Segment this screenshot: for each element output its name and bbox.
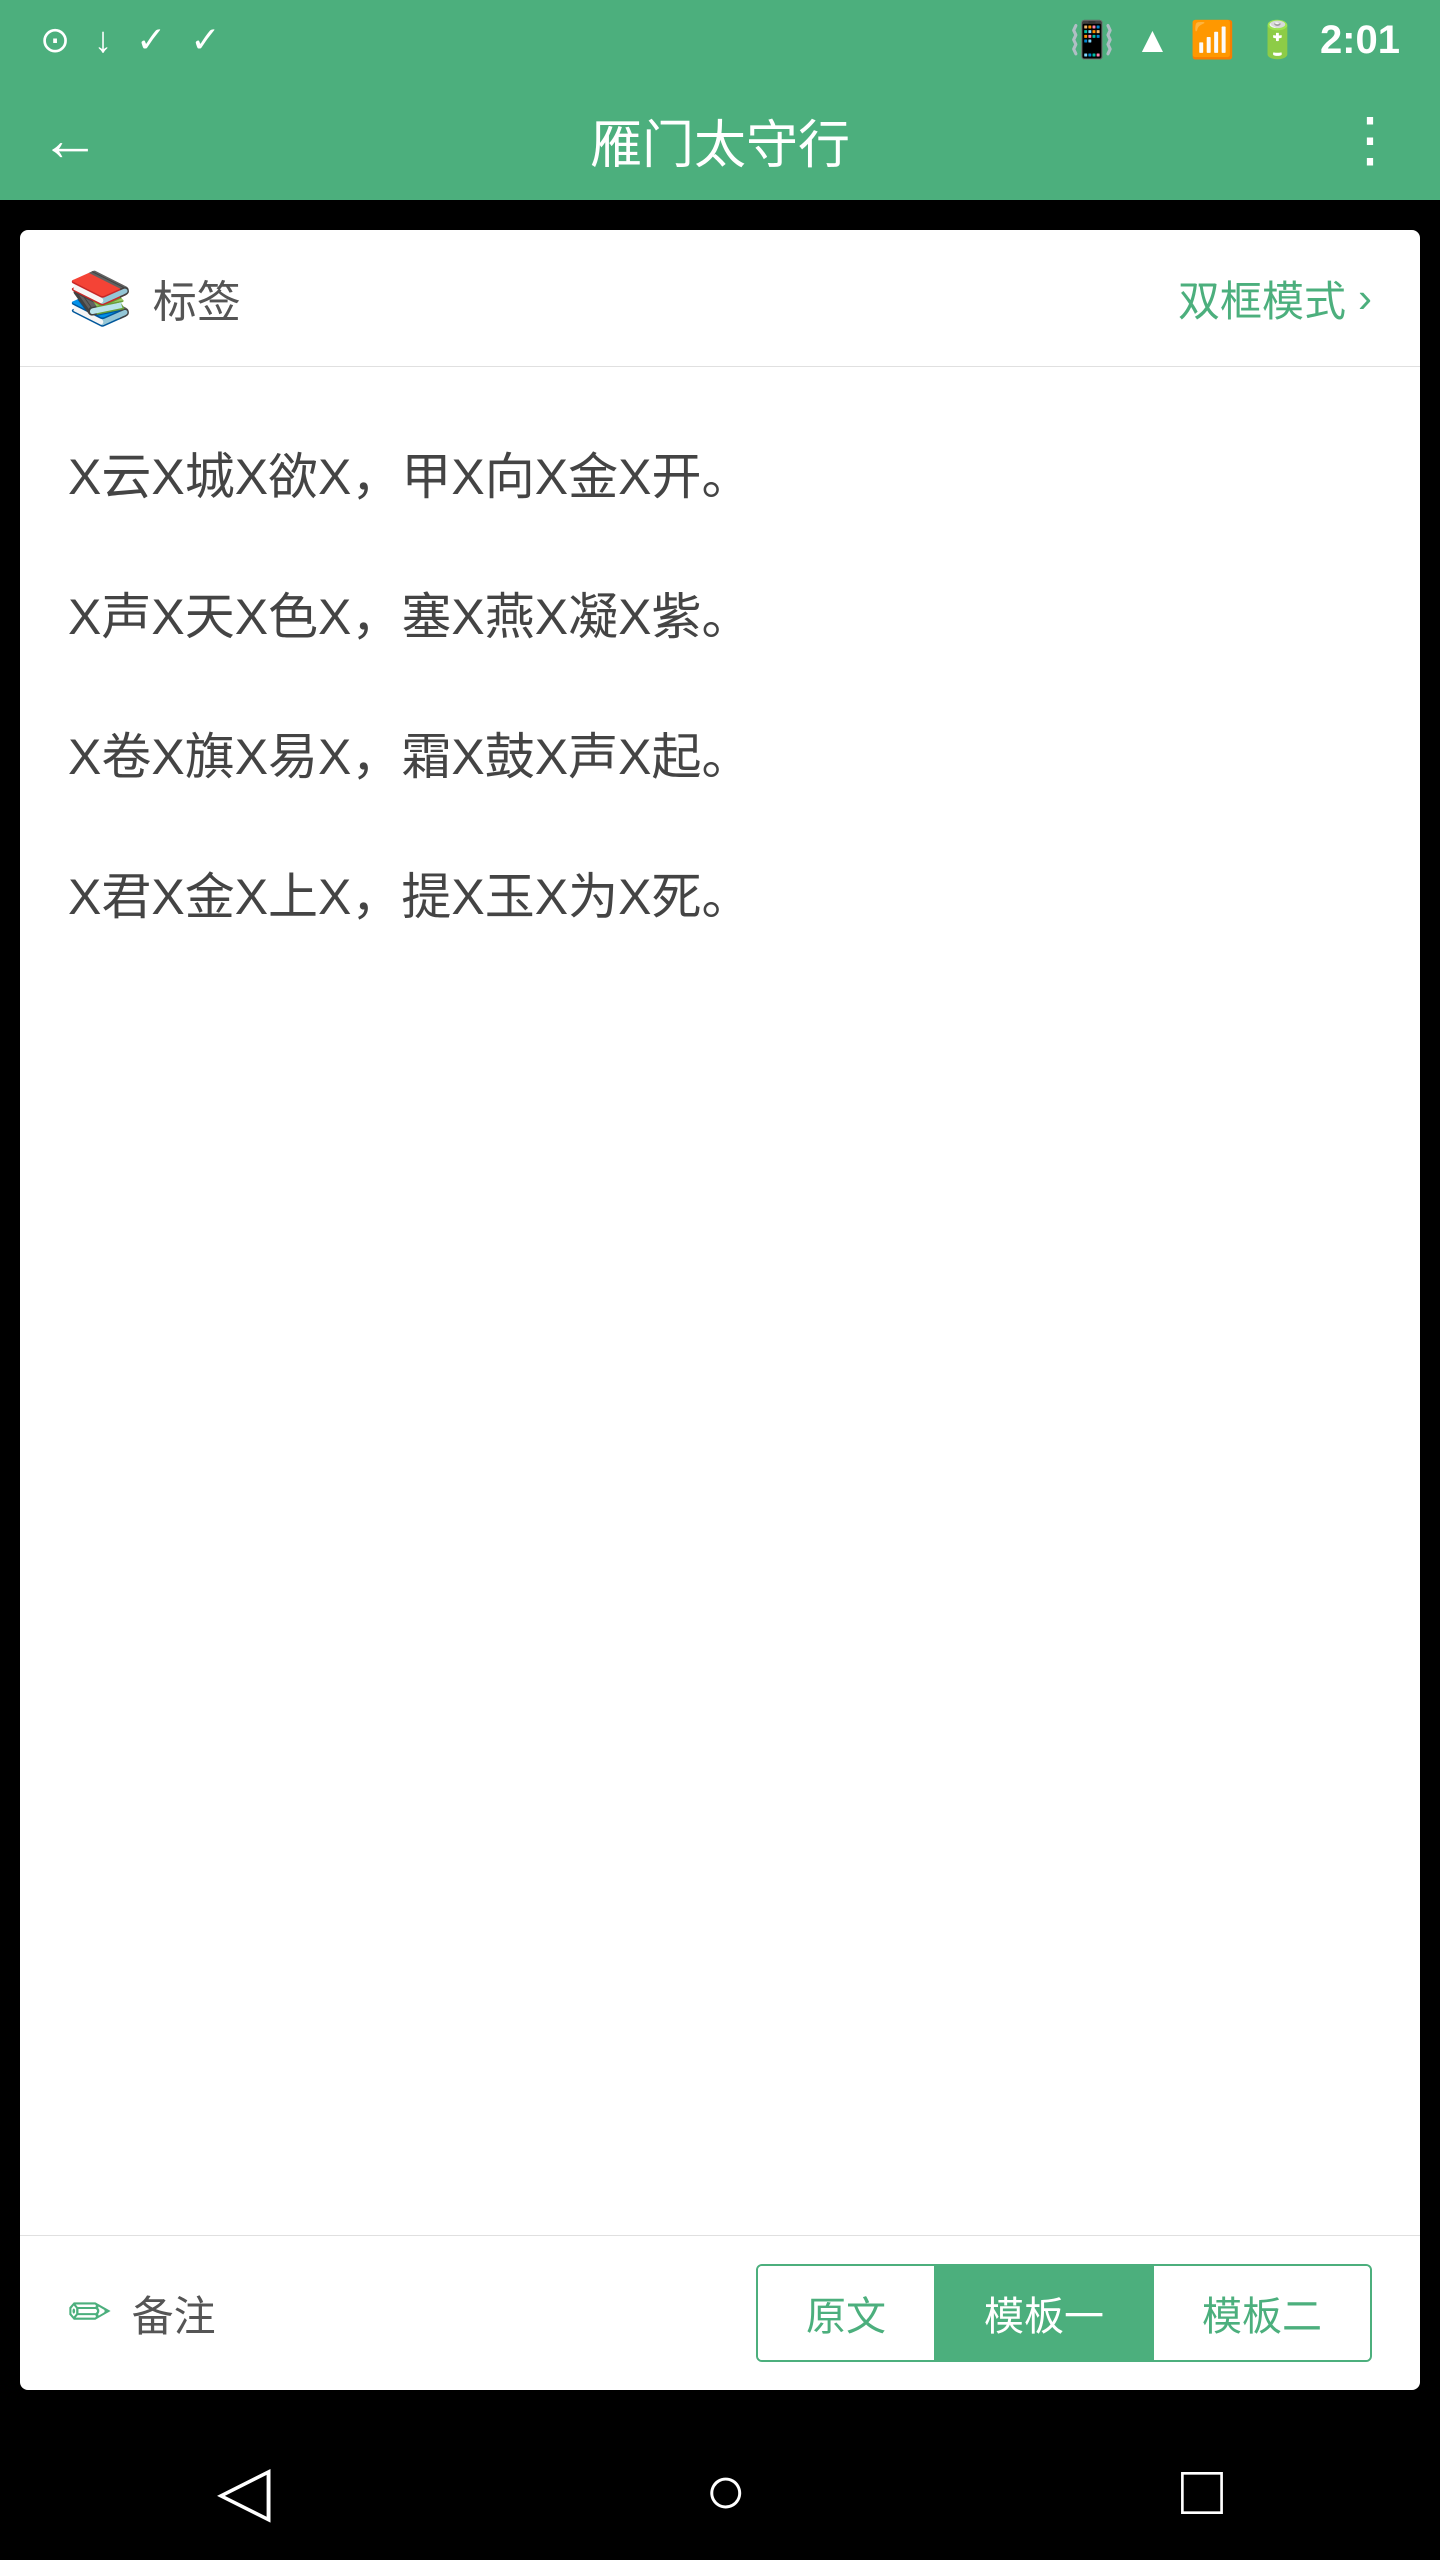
wifi-icon: ▲ — [1135, 19, 1171, 61]
card-header-left: 📚 标签 — [68, 266, 241, 330]
page-title: 雁门太守行 — [590, 103, 850, 178]
tab-template-one[interactable]: 模板一 — [936, 2266, 1154, 2360]
note-section: ✏ 备注 — [68, 2283, 216, 2344]
poem-line-4: X君X金X上X，提X玉X为X死。 — [68, 827, 1372, 967]
back-nav-button[interactable]: ◁ — [217, 2449, 271, 2531]
status-bar-right: 📳 ▲ 📶 🔋 2:01 — [1070, 18, 1400, 63]
toolbar: ← 雁门太守行 ⋮ — [0, 80, 1440, 200]
chevron-right-icon: › — [1358, 274, 1372, 322]
back-button[interactable]: ← — [40, 110, 100, 170]
tag-label: 标签 — [153, 266, 241, 330]
signal-icon: ↓ — [94, 19, 112, 61]
status-bar: ⊙ ↓ ✓ ✓ 📳 ▲ 📶 🔋 2:01 — [0, 0, 1440, 80]
content-card: 📚 标签 双框模式 › X云X城X欲X，甲X向X金X开。 X声X天X色X，塞X燕… — [20, 230, 1420, 2390]
signal-bars-icon: 📶 — [1190, 19, 1235, 61]
note-label: 备注 — [132, 2283, 216, 2344]
recents-nav-button[interactable]: □ — [1181, 2450, 1223, 2530]
vibrate-icon: 📳 — [1070, 19, 1115, 61]
card-header: 📚 标签 双框模式 › — [20, 230, 1420, 367]
battery-icon: 🔋 — [1255, 19, 1300, 61]
check-icon: ✓ — [136, 19, 166, 61]
poem-content: X云X城X欲X，甲X向X金X开。 X声X天X色X，塞X燕X凝X紫。 X卷X旗X易… — [20, 367, 1420, 2235]
view-tabs: 原文 模板一 模板二 — [756, 2264, 1372, 2362]
note-icon: ✏ — [68, 2283, 112, 2343]
poem-line-2: X声X天X色X，塞X燕X凝X紫。 — [68, 547, 1372, 687]
dual-frame-mode-button[interactable]: 双框模式 › — [1178, 268, 1372, 329]
check2-icon: ✓ — [190, 19, 220, 61]
tab-template-two[interactable]: 模板二 — [1154, 2266, 1370, 2360]
dual-frame-label: 双框模式 — [1178, 268, 1346, 329]
status-bar-left: ⊙ ↓ ✓ ✓ — [40, 19, 221, 61]
books-icon: 📚 — [68, 268, 133, 329]
tab-original[interactable]: 原文 — [758, 2266, 936, 2360]
poem-line-1: X云X城X欲X，甲X向X金X开。 — [68, 407, 1372, 547]
card-footer: ✏ 备注 原文 模板一 模板二 — [20, 2235, 1420, 2390]
nav-bar: ◁ ○ □ — [0, 2420, 1440, 2560]
clock: 2:01 — [1320, 18, 1400, 63]
circle-icon: ⊙ — [40, 19, 70, 61]
poem-line-3: X卷X旗X易X，霜X鼓X声X起。 — [68, 687, 1372, 827]
more-menu-button[interactable]: ⋮ — [1340, 110, 1400, 170]
home-nav-button[interactable]: ○ — [705, 2450, 747, 2530]
